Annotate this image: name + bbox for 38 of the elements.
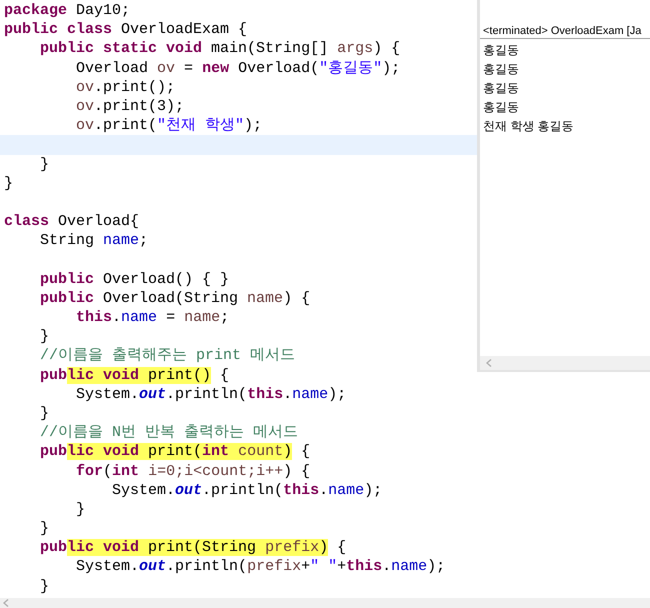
console-output-line: 홍길동: [483, 42, 520, 59]
code-line: }: [39, 404, 50, 424]
console-header: <terminated> OverloadExam [Ja: [480, 24, 650, 39]
code-line: }: [39, 576, 50, 596]
scroll-left-icon[interactable]: [3, 599, 9, 607]
horizontal-scrollbar[interactable]: [0, 598, 650, 608]
code-line: package Day10;: [3, 1, 132, 20]
code-comment: //이름을 N번 반복 출력하는 메서드: [39, 423, 300, 442]
code-line: public void print() {: [39, 366, 230, 385]
console-output-line: 천재 학생 홍길동: [483, 118, 575, 135]
code-comment: //이름을 출력해주는 print 메서드: [39, 346, 296, 366]
code-line: this.name = name;: [75, 308, 230, 328]
console-output-line: 홍길동: [483, 99, 520, 116]
code-line: System.out.println(prefix+" "+this.name);: [75, 557, 446, 577]
code-line: ov.print();: [75, 78, 176, 97]
code-line: String name;: [39, 231, 150, 250]
code-line: public Overload(String name) {: [39, 288, 312, 308]
console-output-line: 홍길동: [483, 80, 520, 97]
code-line: public Overload() { }: [39, 270, 230, 289]
console-output-line: 홍길동: [483, 61, 520, 78]
code-line: System.out.println(this.name);: [75, 384, 348, 404]
code-line: ov.print("천재 학생");: [75, 116, 264, 136]
console-scrollbar[interactable]: [480, 356, 650, 370]
code-line: class Overload{: [3, 212, 140, 232]
code-line: }: [39, 327, 50, 346]
code-line: ov.print(3);: [75, 96, 186, 116]
code-line: public void print(String prefix) {: [39, 538, 348, 558]
code-line: }: [39, 519, 50, 538]
scroll-left-icon[interactable]: [486, 359, 492, 367]
code-line: public class OverloadExam {: [3, 20, 248, 40]
code-line: for(int i=0;i<count;i++) {: [75, 462, 312, 481]
code-line: }: [75, 500, 86, 520]
code-line: }: [3, 174, 14, 193]
code-line: public static void main(String[] args) {: [39, 39, 402, 59]
code-line: public void print(int count) {: [39, 442, 312, 462]
code-line: }: [39, 154, 50, 174]
code-line: System.out.println(this.name);: [111, 480, 384, 500]
code-line: Overload ov = new Overload("홍길동");: [75, 58, 402, 78]
